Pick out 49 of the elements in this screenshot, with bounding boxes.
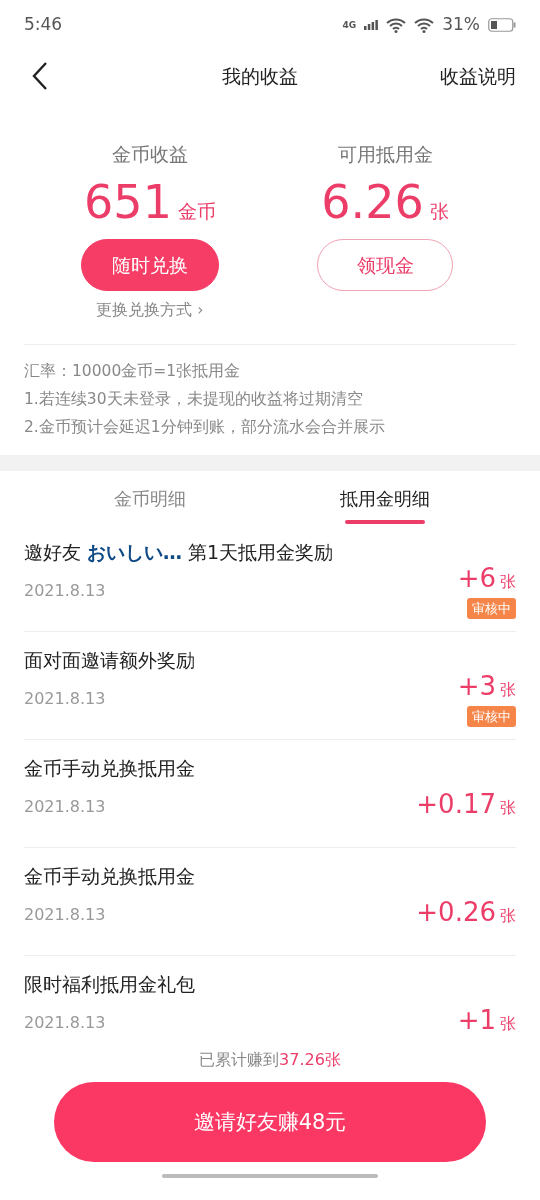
record-title: 限时福利抵用金礼包 (24, 972, 196, 998)
tab[interactable]: 金币明细 (114, 471, 186, 521)
record-amount: +0.26 (416, 896, 496, 930)
record-date: 2021.8.13 (24, 903, 107, 926)
summary-label: 金币收益 (112, 142, 188, 167)
action-button[interactable]: 随时兑换 (81, 239, 219, 292)
tab[interactable]: 抵用金明细 (340, 471, 430, 521)
signal-icon (364, 20, 379, 30)
unit-label: 金币 (177, 198, 216, 224)
note-text: 2.金币预计会延迟1分钟到账，部分流水会合并展示 (24, 417, 386, 439)
record-title: 金币手动兑换抵用金 (24, 756, 196, 782)
wifi-icon (414, 17, 435, 33)
battery-percent: 31% (442, 13, 480, 37)
wifi-icon (386, 17, 407, 33)
unit-label: 张 (500, 905, 516, 928)
record-amount: +6 (457, 561, 496, 595)
record-amount: +0.17 (416, 788, 496, 822)
battery-icon (488, 18, 516, 32)
record-date: 2021.8.13 (24, 1011, 107, 1034)
summary-value: 6.26 (321, 176, 424, 228)
unit-label: 张 (429, 198, 449, 224)
network-label: 4G (342, 20, 357, 30)
summary-value: 651 (84, 176, 172, 228)
record-date: 2021.8.13 (24, 795, 107, 818)
status-tag: 审核中 (467, 705, 516, 728)
status-tag: 审核中 (467, 597, 516, 620)
note-text: 汇率：10000金币=1张抵用金 (24, 361, 242, 383)
action-button[interactable]: 领现金 (317, 239, 453, 292)
record-amount: +1 (457, 1004, 496, 1035)
unit-label: 张 (500, 797, 516, 820)
record-date: 2021.8.13 (24, 687, 107, 710)
total-label: 已累计赚到 (199, 1049, 280, 1072)
record-date: 2021.8.13 (24, 579, 107, 602)
unit-label: 张 (500, 570, 516, 593)
unit-label: 张 (500, 1013, 516, 1035)
unit-label: 张 (500, 678, 516, 701)
status-time: 5:46 (24, 13, 63, 37)
back-icon[interactable] (32, 61, 48, 91)
explanation-link[interactable]: 收益说明 (440, 61, 516, 91)
record-title: 面对面邀请额外奖励 (24, 648, 196, 674)
note-text: 1.若连续30天未登录，未提现的收益将过期清空 (24, 389, 364, 411)
record-title: 邀好友 おいしい… 第1天抵用金奖励 (24, 540, 335, 566)
summary-label: 可用抵用金 (337, 142, 433, 167)
page-title: 我的收益 (222, 63, 298, 89)
exchange-link[interactable]: 更换兑换方式 › (96, 299, 204, 323)
total-value: 37.26张 (279, 1049, 341, 1072)
record-title: 金币手动兑换抵用金 (24, 864, 196, 890)
record-amount: +3 (457, 669, 496, 703)
invite-button[interactable]: 邀请好友赚48元 (54, 1082, 486, 1163)
